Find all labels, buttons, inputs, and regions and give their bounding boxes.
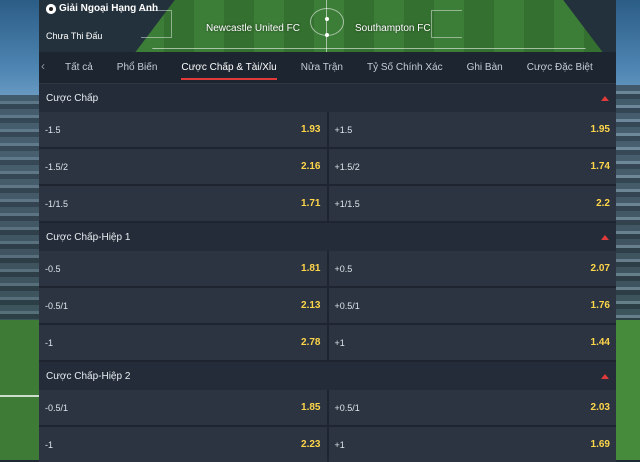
odds-button-away[interactable]: +1.5 1.95: [328, 112, 616, 147]
tab-correct-score[interactable]: Tỷ Số Chính Xác: [355, 52, 455, 83]
odds-price: 1.76: [590, 300, 610, 311]
odds-price: 2.16: [301, 161, 321, 172]
section-header[interactable]: Cược Chấp-Hiệp 1: [39, 223, 616, 251]
odds-button-away[interactable]: +1 1.44: [328, 325, 616, 360]
odds-button-away[interactable]: +0.5 2.07: [328, 251, 616, 286]
handicap-line: +0.5/1: [334, 300, 360, 311]
odds-price: 1.93: [301, 124, 321, 135]
handicap-line: +1: [334, 337, 345, 348]
tab-popular[interactable]: Phổ Biến: [105, 52, 170, 83]
section-header[interactable]: Cược Chấp: [39, 84, 616, 112]
chevron-up-icon[interactable]: [601, 95, 609, 101]
odds-button-home[interactable]: -1.5/2 2.16: [39, 149, 327, 184]
section-header[interactable]: Cược Chấp-Hiệp 2: [39, 362, 616, 390]
odds-price: 2.03: [590, 402, 610, 413]
match-status: Chưa Thi Đấu: [46, 31, 103, 41]
odds-button-home[interactable]: -1.5 1.93: [39, 112, 327, 147]
odds-button-away[interactable]: +0.5/1 2.03: [328, 390, 616, 425]
odds-price: 2.78: [301, 337, 321, 348]
odds-price: 1.95: [590, 124, 610, 135]
handicap-line: -0.5/1: [45, 402, 69, 413]
handicap-line: -0.5/1: [45, 300, 69, 311]
league-title: Giải Ngoại Hạng Anh: [46, 3, 158, 14]
odds-row: -0.5/1 2.13 +0.5/1 1.76: [39, 288, 616, 323]
handicap-line: -1/1.5: [45, 198, 69, 209]
odds-price: 1.71: [301, 198, 321, 209]
handicap-line: -1: [45, 439, 54, 450]
handicap-line: -1: [45, 337, 54, 348]
tab-specials[interactable]: Cược Đặc Biệt: [515, 52, 605, 83]
odds-row: -0.5/1 1.85 +0.5/1 2.03: [39, 390, 616, 425]
odds-row: -0.5 1.81 +0.5 2.07: [39, 251, 616, 286]
handicap-line: -1.5: [45, 124, 61, 135]
odds-button-home[interactable]: -1 2.78: [39, 325, 327, 360]
chevron-left-icon[interactable]: ‹: [41, 59, 45, 73]
tab-handicap-over-under[interactable]: Cược Chấp & Tài/Xỉu: [169, 52, 288, 83]
odds-price: 1.69: [590, 439, 610, 450]
odds-price: 1.81: [301, 263, 321, 274]
chevron-up-icon[interactable]: [601, 234, 609, 240]
away-team: Southampton FC: [355, 23, 431, 34]
market-tabs: ‹ Tất cả Phổ Biến Cược Chấp & Tài/Xỉu Nử…: [39, 52, 616, 84]
section-title: Cược Chấp-Hiệp 1: [46, 231, 131, 243]
section-title: Cược Chấp-Hiệp 2: [46, 370, 131, 382]
handicap-line: +1/1.5: [334, 198, 360, 209]
handicap-line: +1: [334, 439, 345, 450]
chevron-up-icon[interactable]: [601, 373, 609, 379]
odds-button-home[interactable]: -0.5/1 1.85: [39, 390, 327, 425]
tab-goal-scorer[interactable]: Ghi Bàn: [455, 52, 515, 83]
handicap-line: -1.5/2: [45, 161, 69, 172]
odds-row: -1 2.78 +1 1.44: [39, 325, 616, 360]
odds-price: 2.23: [301, 439, 321, 450]
odds-button-home[interactable]: -1/1.5 1.71: [39, 186, 327, 221]
handicap-line: +1.5/2: [334, 161, 360, 172]
odds-sections: Cược Chấp -1.5 1.93 +1.5 1.95 -1.5/2 2.16 +1.5/…: [39, 84, 616, 462]
handicap-line: +0.5/1: [334, 402, 360, 413]
odds-row: -1 2.23 +1 1.69: [39, 427, 616, 462]
handicap-line: +1.5: [334, 124, 353, 135]
odds-button-home[interactable]: -1 2.23: [39, 427, 327, 462]
odds-button-home[interactable]: -0.5/1 2.13: [39, 288, 327, 323]
odds-price: 2.13: [301, 300, 321, 311]
handicap-line: +0.5: [334, 263, 353, 274]
betting-panel: Giải Ngoại Hạng Anh Chưa Thi Đấu Newcast…: [39, 0, 616, 462]
handicap-line: -0.5: [45, 263, 61, 274]
odds-button-home[interactable]: -0.5 1.81: [39, 251, 327, 286]
odds-row: -1.5/2 2.16 +1.5/2 1.74: [39, 149, 616, 184]
odds-price: 2.07: [590, 263, 610, 274]
odds-button-away[interactable]: +1.5/2 1.74: [328, 149, 616, 184]
tab-half-time[interactable]: Nửa Trận: [289, 52, 355, 83]
odds-price: 1.74: [590, 161, 610, 172]
odds-row: -1.5 1.93 +1.5 1.95: [39, 112, 616, 147]
soccer-ball-icon: [46, 3, 56, 14]
odds-button-away[interactable]: +1/1.5 2.2: [328, 186, 616, 221]
league-name: Giải Ngoại Hạng Anh: [59, 3, 159, 14]
odds-row: -1/1.5 1.71 +1/1.5 2.2: [39, 186, 616, 221]
stadium-stand-left: [0, 95, 42, 325]
odds-price: 1.44: [590, 337, 610, 348]
tab-all[interactable]: Tất cả: [53, 52, 105, 83]
match-header: Giải Ngoại Hạng Anh Chưa Thi Đấu Newcast…: [39, 0, 616, 52]
odds-price: 1.85: [301, 402, 321, 413]
home-team: Newcastle United FC: [206, 23, 300, 34]
odds-button-away[interactable]: +1 1.69: [328, 427, 616, 462]
section-title: Cược Chấp: [46, 92, 99, 104]
odds-button-away[interactable]: +0.5/1 1.76: [328, 288, 616, 323]
odds-price: 2.2: [596, 198, 610, 209]
